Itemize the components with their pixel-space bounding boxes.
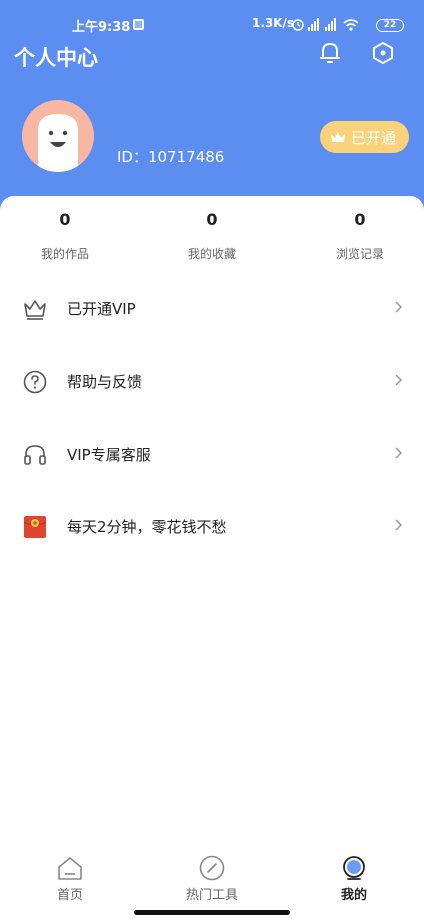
menu-item-service[interactable]: VIP专属客服 [0, 426, 424, 482]
tab-profile-label: 我的 [340, 888, 367, 903]
menu-item-vip[interactable]: 已开通VIP [0, 280, 424, 336]
menu-item-help-label: 帮助与反馈 [67, 373, 143, 391]
bell-icon-svg [320, 43, 340, 63]
chevron-right-icon [395, 447, 403, 459]
menu-item-service-label: VIP专属客服 [67, 446, 151, 464]
network-speed: 1.3K/s [252, 16, 295, 30]
stat-history[interactable]: 0 浏览记录 [300, 210, 420, 262]
crown-icon [331, 132, 345, 142]
stat-works-label: 我的作品 [40, 247, 89, 261]
status-time: 上午9:38 [72, 20, 131, 35]
content-card: 0 我的作品 0 我的收藏 0 浏览记录 已开通VIP 帮助与反馈 VIP专属客… [0, 196, 424, 921]
red-envelope-icon [23, 516, 47, 538]
bottom-tab-bar: 首页 热门工具 我的 [0, 848, 424, 908]
stat-works[interactable]: 0 我的作品 [5, 210, 125, 262]
stat-history-label: 浏览记录 [335, 247, 384, 261]
ghost-avatar-icon [38, 114, 78, 172]
chevron-right-icon [395, 519, 403, 531]
headset-icon [24, 445, 46, 465]
status-bar: 上午9:38 1.3K/s 22 [0, 12, 424, 38]
vip-badge-button[interactable]: 已开通 [320, 121, 409, 153]
tab-tools-label: 热门工具 [185, 888, 238, 903]
chevron-right-icon [395, 301, 403, 313]
question-icon [23, 370, 47, 394]
crown-icon [24, 300, 46, 320]
notification-icon [133, 19, 144, 30]
bell-icon[interactable] [316, 39, 344, 67]
vip-badge-label: 已开通 [351, 129, 397, 147]
menu-item-help[interactable]: 帮助与反馈 [0, 353, 424, 409]
stat-favorites[interactable]: 0 我的收藏 [152, 210, 272, 262]
stat-works-value: 0 [59, 210, 71, 229]
tab-home[interactable]: 首页 [20, 854, 120, 903]
user-id: ID：10717486 [117, 148, 225, 166]
stat-history-value: 0 [354, 210, 366, 229]
home-indicator [134, 910, 290, 915]
tab-profile[interactable]: 我的 [304, 854, 404, 903]
home-icon [58, 857, 82, 880]
tab-home-label: 首页 [56, 888, 83, 903]
menu-item-earn-label: 每天2分钟，零花钱不愁 [67, 518, 227, 536]
stat-favorites-label: 我的收藏 [187, 247, 236, 261]
battery-indicator: 22 [376, 19, 404, 32]
alarm-signal-wifi-icon [292, 18, 359, 31]
compass-icon [199, 855, 225, 881]
page-title: 个人中心 [14, 46, 98, 70]
header-background: 上午9:38 1.3K/s 22 个人中心 ID：10717486 已开通 [0, 0, 424, 215]
stat-favorites-value: 0 [206, 210, 218, 229]
signal-icons [292, 17, 372, 31]
menu-item-earn[interactable]: 每天2分钟，零花钱不愁 [0, 498, 424, 554]
avatar[interactable] [22, 100, 94, 172]
chevron-right-icon [395, 374, 403, 386]
profile-icon [343, 856, 365, 880]
tab-tools[interactable]: 热门工具 [162, 854, 262, 903]
settings-icon[interactable] [369, 39, 397, 67]
hexagon-settings-icon [373, 42, 393, 64]
menu-item-vip-label: 已开通VIP [67, 300, 136, 318]
